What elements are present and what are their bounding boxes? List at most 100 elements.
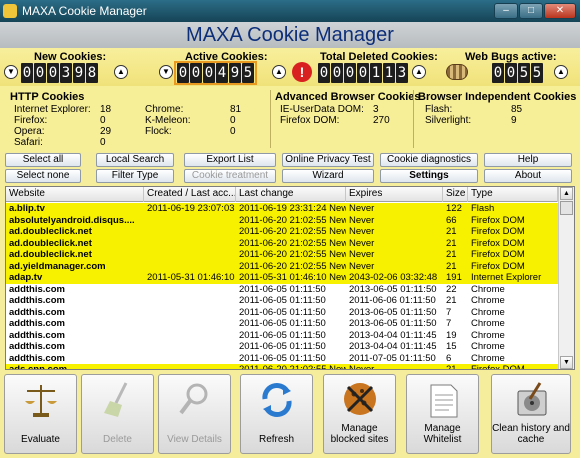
new-cookies-label: New Cookies: xyxy=(34,51,107,63)
table-scrollbar[interactable]: ▲ ▼ xyxy=(558,187,574,369)
table-cell-expires: 2043-02-06 03:32:48 xyxy=(349,272,438,283)
table-cell-size: 21 xyxy=(446,249,457,260)
app-banner: MAXA Cookie Manager xyxy=(0,22,580,48)
col-created[interactable]: Created / Last acc... xyxy=(144,187,236,202)
table-row[interactable]: addthis.com 2011-06-05 01:11:50 2011-06-06… xyxy=(6,295,558,307)
table-row[interactable]: addthis.com 2011-06-05 01:11:50 2011-07-05… xyxy=(6,353,558,365)
table-row[interactable]: addthis.com 2011-06-05 01:11:50 2013-06-05… xyxy=(6,284,558,296)
table-row[interactable]: addthis.com 2011-06-05 01:11:50 2013-06-05… xyxy=(6,307,558,319)
table-cell-size: 122 xyxy=(446,203,462,214)
table-cell-website: addthis.com xyxy=(9,352,65,364)
table-row[interactable]: ads.cnn.com 2011-06-20 21:02:55 New Never 2… xyxy=(6,364,558,370)
evaluate-button[interactable]: Evaluate xyxy=(4,374,77,454)
table-cell-expires: Never xyxy=(349,364,375,370)
flash-value: 85 xyxy=(511,104,523,115)
close-button[interactable]: ✕ xyxy=(544,3,576,19)
table-cell-type: Chrome xyxy=(471,295,505,306)
manage-blocked-button[interactable]: Manage blocked sites xyxy=(323,374,396,454)
local-search-button[interactable]: Local Search xyxy=(96,153,174,167)
delete-button[interactable]: Delete xyxy=(81,374,154,454)
table-cell-created xyxy=(144,295,236,307)
table-cell-change: 2011-06-05 01:11:50 xyxy=(239,341,326,352)
new-down-icon[interactable]: ▼ xyxy=(4,65,18,79)
scroll-thumb[interactable] xyxy=(560,201,573,215)
table-row[interactable]: ad.doubleclick.net 2011-06-20 21:02:55 Ne… xyxy=(6,249,558,261)
counter-digit: 0 xyxy=(47,63,59,83)
wizard-button[interactable]: Wizard xyxy=(282,169,374,183)
privacy-test-button[interactable]: Online Privacy Test xyxy=(282,153,374,167)
view-details-button[interactable]: View Details xyxy=(158,374,231,454)
http-title: HTTP Cookies xyxy=(10,91,85,103)
table-cell-size: 21 xyxy=(446,260,457,272)
about-button[interactable]: About xyxy=(484,169,572,183)
bugs-up-icon[interactable]: ▲ xyxy=(554,65,568,79)
settings-button[interactable]: Settings xyxy=(380,169,478,183)
clean-history-button[interactable]: Clean history and cache xyxy=(491,374,571,454)
counter-digit: 5 xyxy=(518,63,530,83)
table-row[interactable]: absolutelyandroid.disqus.... 2011-06-20 2… xyxy=(6,214,558,227)
scroll-down-icon[interactable]: ▼ xyxy=(560,356,573,369)
counter-digit: 9 xyxy=(73,63,85,83)
table-row[interactable]: ad.doubleclick.net 2011-06-20 21:02:55 Ne… xyxy=(6,237,558,249)
manage-blocked-label: Manage blocked sites xyxy=(330,423,389,445)
select-all-button[interactable]: Select all xyxy=(5,153,81,167)
opera-label: Opera: xyxy=(14,126,45,137)
counter-digit: 0 xyxy=(505,63,517,83)
clean-history-label: Clean history and cache xyxy=(492,423,570,445)
table-cell-size: 7 xyxy=(446,318,452,329)
counter-digit: 3 xyxy=(60,63,72,83)
active-down-icon[interactable]: ▼ xyxy=(159,65,173,79)
table-cell-created: 2011-06-19 23:07:03 xyxy=(147,203,235,214)
table-cell-type: Firefox DOM xyxy=(471,226,525,237)
table-cell-expires: 2013-04-04 01:11:45 xyxy=(349,329,437,341)
counter-digit: 0 xyxy=(203,63,215,83)
table-cell-size: 15 xyxy=(446,341,457,352)
new-up-icon[interactable]: ▲ xyxy=(114,65,128,79)
refresh-button[interactable]: Refresh xyxy=(240,374,313,454)
minimize-button[interactable]: – xyxy=(494,3,518,19)
table-cell-size: 21 xyxy=(446,364,457,370)
deleted-up-icon[interactable]: ▲ xyxy=(412,65,426,79)
table-row[interactable]: addthis.com 2011-06-05 01:11:50 2013-04-04… xyxy=(6,330,558,342)
web-bug-icon xyxy=(446,64,468,80)
scroll-up-icon[interactable]: ▲ xyxy=(560,187,573,200)
cookie-diagnostics-button[interactable]: Cookie diagnostics xyxy=(380,153,478,167)
col-expires[interactable]: Expires xyxy=(346,187,443,202)
table-cell-created xyxy=(144,330,236,342)
counter-digit: 9 xyxy=(229,63,241,83)
table-cell-change: 2011-06-05 01:11:50 xyxy=(239,306,326,318)
ie-label: Internet Explorer: xyxy=(14,104,91,115)
table-row[interactable]: a.blip.tv 2011-06-19 23:07:03 2011-06-19 2… xyxy=(6,203,558,215)
col-website[interactable]: Website xyxy=(6,187,144,202)
safari-value: 0 xyxy=(100,137,106,148)
cookie-treatment-button[interactable]: Cookie treatment xyxy=(184,169,276,183)
col-size[interactable]: Size xyxy=(443,187,468,202)
active-up-icon[interactable]: ▲ xyxy=(272,65,286,79)
manage-whitelist-button[interactable]: Manage Whitelist xyxy=(406,374,479,454)
table-row[interactable]: ad.yieldmanager.com 2011-06-20 21:02:55 N… xyxy=(6,260,558,272)
table-row[interactable]: adap.tv 2011-05-31 01:46:10 2011-05-31 01:… xyxy=(6,272,558,284)
col-type[interactable]: Type xyxy=(468,187,558,202)
refresh-icon xyxy=(262,383,292,417)
table-row[interactable]: addthis.com 2011-06-05 01:11:50 2013-04-04… xyxy=(6,341,558,353)
maximize-button[interactable]: □ xyxy=(519,3,543,19)
table-cell-created xyxy=(144,318,236,330)
table-cell-size: 21 xyxy=(446,295,457,306)
opera-value: 29 xyxy=(100,126,112,137)
export-list-button[interactable]: Export List xyxy=(184,153,276,167)
table-cell-type: Firefox DOM xyxy=(471,364,525,370)
filter-type-button[interactable]: Filter Type xyxy=(96,169,174,183)
table-cell-size: 19 xyxy=(446,329,457,341)
table-row[interactable]: ad.doubleclick.net 2011-06-20 21:02:55 Ne… xyxy=(6,226,558,238)
counter-digit: 5 xyxy=(242,63,254,83)
select-none-button[interactable]: Select none xyxy=(5,169,81,183)
divider xyxy=(270,90,271,148)
col-last-change[interactable]: Last change xyxy=(236,187,346,202)
help-button[interactable]: Help xyxy=(484,153,572,167)
table-cell-expires: 2011-07-05 01:11:50 xyxy=(349,352,436,364)
table-cell-created xyxy=(144,215,236,227)
disk-clean-icon xyxy=(517,382,547,416)
table-row[interactable]: addthis.com 2011-06-05 01:11:50 2013-06-05… xyxy=(6,318,558,330)
table-cell-size: 66 xyxy=(446,214,457,226)
table-cell-created xyxy=(144,226,236,238)
